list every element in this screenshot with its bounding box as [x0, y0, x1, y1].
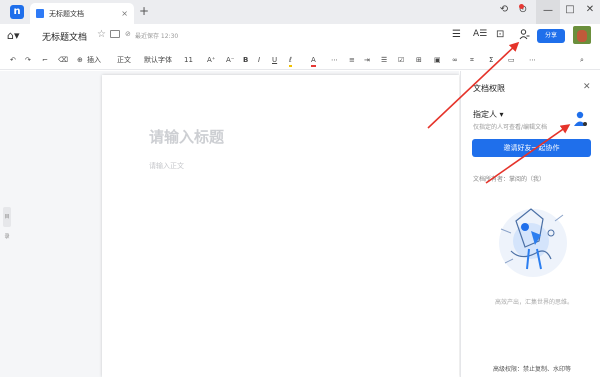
redo-icon[interactable]: ↷: [25, 55, 31, 65]
link-icon[interactable]: ∞: [452, 55, 458, 65]
title-placeholder[interactable]: 请输入标题: [149, 126, 224, 147]
font-color-icon[interactable]: A: [311, 55, 316, 67]
tab-close-icon[interactable]: ×: [121, 9, 128, 18]
font-style-icon[interactable]: A☰: [473, 29, 487, 39]
more-icon[interactable]: ⋯: [331, 55, 338, 65]
image-icon[interactable]: ▣: [434, 55, 441, 65]
clear-format-icon[interactable]: ⌫: [58, 55, 68, 65]
save-status: 最近保存 12:30: [135, 33, 179, 40]
close-window-button[interactable]: ✕: [580, 4, 600, 15]
doc-title[interactable]: 无标题文档: [42, 30, 87, 43]
star-icon[interactable]: ☆: [97, 29, 106, 40]
tab-label: 无标题文档: [49, 9, 84, 18]
panel-title: 文档权限: [473, 84, 505, 93]
highlight-icon[interactable]: ℓ: [289, 55, 292, 67]
document-header: ⌂▾ 无标题文档 ☆ ⊘ 最近保存 12:30 ☰ A☰ ⊡ 分享: [0, 24, 600, 48]
app-logo-icon: n: [10, 5, 24, 19]
permission-panel: 文档权限 ✕ 指定人 ▾ 仅指定的人可查看/编辑文档 邀请好友一起协作 文档所有…: [460, 71, 600, 377]
comment-icon[interactable]: ▭: [508, 55, 515, 65]
font-family-select[interactable]: 默认字体: [144, 55, 172, 65]
align-icon[interactable]: ≡: [349, 55, 355, 65]
notification-dot: [519, 4, 524, 9]
folder-icon[interactable]: [110, 30, 120, 38]
owner-info: 文档所有者：掌阅的（我）: [473, 176, 546, 183]
advanced-permission-link[interactable]: 高级权限：禁止复制、水印等: [493, 364, 571, 373]
user-permission-icon: [573, 111, 587, 127]
italic-icon[interactable]: I: [258, 55, 260, 65]
document-page[interactable]: 请输入标题 请输入正文: [102, 75, 459, 377]
invite-collaborators-button[interactable]: 邀请好友一起协作: [472, 139, 591, 157]
bullet-list-icon[interactable]: ☰: [381, 55, 387, 65]
insert-icon[interactable]: ⊕: [77, 55, 83, 65]
code-icon[interactable]: ⌗: [470, 55, 474, 65]
font-size-select[interactable]: 11: [184, 55, 193, 65]
owner-label: 指定人: [473, 110, 497, 119]
font-grow-icon[interactable]: A⁺: [207, 55, 215, 65]
permission-scope-select[interactable]: 指定人 ▾: [473, 109, 504, 120]
toolbar-more-icon[interactable]: ⋯: [529, 55, 536, 65]
table-icon[interactable]: ⊞: [416, 55, 422, 65]
undo-icon[interactable]: ↶: [10, 55, 16, 65]
new-tab-button[interactable]: +: [139, 4, 149, 18]
formula-icon[interactable]: Σ: [489, 55, 493, 65]
menu-icon[interactable]: ☰: [452, 29, 461, 40]
tab-document[interactable]: 无标题文档 ×: [30, 3, 134, 24]
outline-toggle[interactable]: 目录: [3, 207, 11, 240]
underline-icon[interactable]: U: [272, 55, 277, 65]
illustration-caption: 高效产出，汇集世界的思维。: [495, 299, 574, 306]
present-icon[interactable]: ⊡: [496, 29, 504, 40]
collaboration-illustration: [481, 191, 581, 291]
refresh-icon[interactable]: ⟲: [494, 4, 514, 15]
close-icon[interactable]: ✕: [583, 82, 591, 92]
checklist-icon[interactable]: ☑: [398, 55, 404, 65]
saved-check-icon: ⊘: [125, 30, 131, 38]
minimize-button[interactable]: —: [536, 0, 560, 24]
paragraph-style-select[interactable]: 正文: [117, 55, 131, 65]
home-icon[interactable]: ⌂▾: [7, 29, 20, 42]
tab-bar: n 无标题文档 × + ⟲ ⊙ — □ ✕: [0, 0, 600, 24]
format-toolbar: ↶ ↷ ⌐ ⌫ ⊕ 插入 正文 默认字体 11 A⁺ A⁻ B I U ℓ A …: [0, 50, 600, 70]
avatar[interactable]: [573, 26, 591, 44]
body-placeholder[interactable]: 请输入正文: [149, 161, 184, 171]
indent-icon[interactable]: ⇥: [364, 55, 370, 65]
insert-menu[interactable]: 插入: [87, 55, 101, 65]
share-button[interactable]: 分享: [537, 29, 565, 43]
font-shrink-icon[interactable]: A⁻: [226, 55, 234, 65]
scope-description: 仅指定的人可查看/编辑文档: [473, 124, 548, 131]
bold-icon[interactable]: B: [243, 55, 248, 65]
permission-user-icon[interactable]: [519, 29, 530, 43]
document-icon: [36, 9, 44, 18]
maximize-button[interactable]: □: [560, 4, 580, 15]
find-icon[interactable]: ⌕: [580, 55, 584, 65]
format-painter-icon[interactable]: ⌐: [42, 55, 48, 65]
